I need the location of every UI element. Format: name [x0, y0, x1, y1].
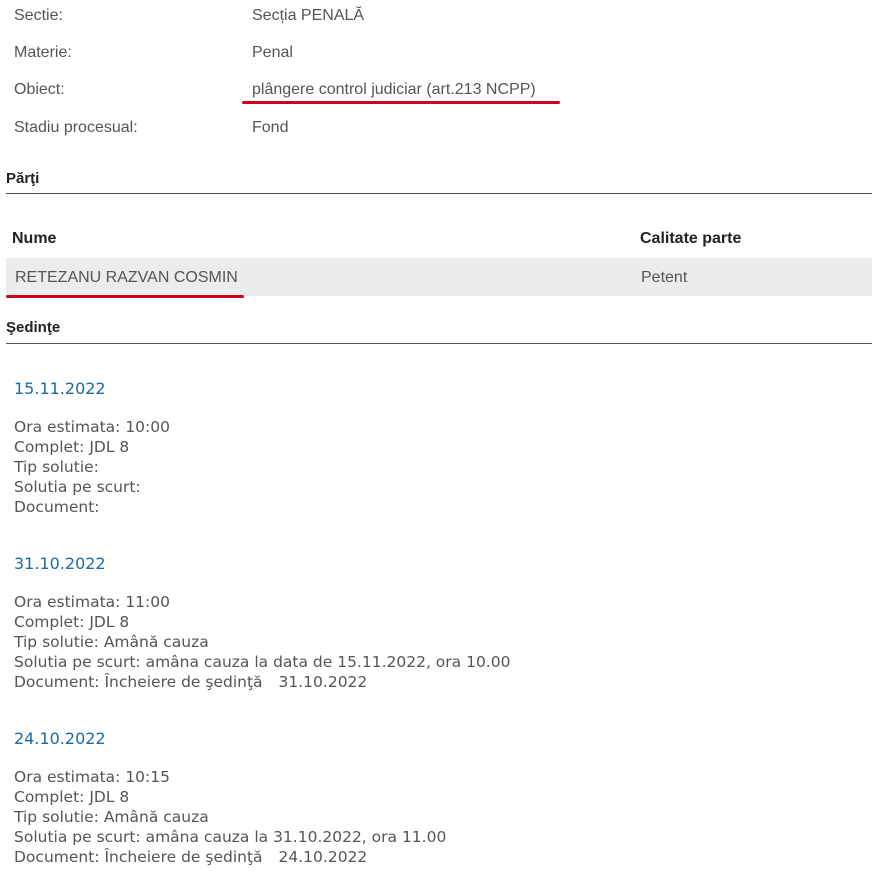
info-label: Sectie:: [14, 7, 63, 24]
session-complet: Complet: JDL 8: [14, 788, 130, 806]
document-date: 24.10.2022: [278, 848, 368, 866]
session-item: 15.11.2022 Ora estimata: 10:00 Complet: …: [14, 379, 170, 517]
document-label: Document: Încheiere de şedinţă: [14, 673, 263, 691]
session-date-link[interactable]: 31.10.2022: [14, 554, 510, 574]
document-date: 31.10.2022: [278, 673, 368, 691]
column-header-role: Calitate parte: [640, 230, 742, 247]
table-row: RETEZANU RAZVAN COSMIN Petent: [6, 258, 872, 296]
info-label: Stadiu procesual:: [14, 119, 138, 136]
section-title-sedinte: Şedinţe: [6, 319, 61, 336]
session-solutia: Solutia pe scurt:: [14, 478, 141, 496]
column-header-name: Nume: [12, 230, 57, 247]
info-value: Fond: [252, 119, 289, 136]
session-ora: Ora estimata: 10:15: [14, 768, 170, 786]
document-label: Document: Încheiere de şedinţă: [14, 848, 263, 866]
document-label: Document:: [14, 498, 100, 516]
session-solutia: Solutia pe scurt: amâna cauza la 31.10.2…: [14, 828, 447, 846]
section-divider: [6, 343, 872, 344]
session-ora: Ora estimata: 10:00: [14, 418, 170, 436]
session-complet: Complet: JDL 8: [14, 438, 130, 456]
info-value: plângere control judiciar (art.213 NCPP): [252, 81, 536, 98]
session-date-link[interactable]: 15.11.2022: [14, 379, 170, 399]
session-document: Document:: [14, 497, 170, 517]
session-document: Document: Încheiere de şedinţă 31.10.2022: [14, 672, 510, 692]
session-tip-solutie: Tip solutie: Amână cauza: [14, 633, 209, 651]
annotation-underline-obiect: [242, 101, 560, 104]
party-name: RETEZANU RAZVAN COSMIN: [15, 269, 238, 286]
info-value: Secția PENALĂ: [252, 7, 365, 24]
session-document: Document: Încheiere de şedinţă 24.10.2022: [14, 847, 446, 867]
section-title-parti: Părţi: [6, 170, 40, 187]
session-date-link[interactable]: 24.10.2022: [14, 729, 446, 749]
session-solutia: Solutia pe scurt: amâna cauza la data de…: [14, 653, 511, 671]
session-item: 31.10.2022 Ora estimata: 11:00 Complet: …: [14, 554, 510, 692]
annotation-underline-party: [6, 295, 244, 298]
session-item: 24.10.2022 Ora estimata: 10:15 Complet: …: [14, 729, 446, 867]
section-divider: [6, 193, 872, 194]
session-tip-solutie: Tip solutie:: [14, 458, 99, 476]
party-role: Petent: [641, 269, 688, 286]
info-value: Penal: [252, 44, 293, 61]
info-label: Materie:: [14, 44, 72, 61]
session-tip-solutie: Tip solutie: Amână cauza: [14, 808, 209, 826]
info-label: Obiect:: [14, 81, 65, 98]
session-ora: Ora estimata: 11:00: [14, 593, 170, 611]
session-complet: Complet: JDL 8: [14, 613, 130, 631]
